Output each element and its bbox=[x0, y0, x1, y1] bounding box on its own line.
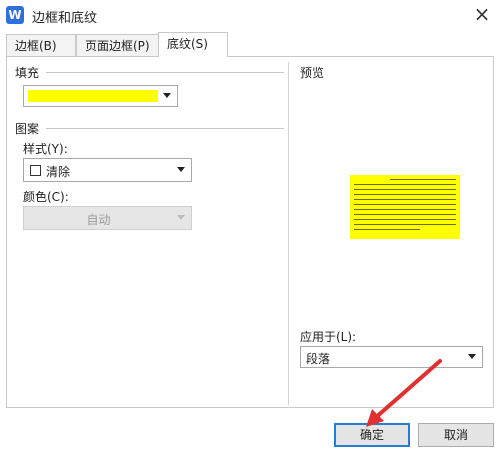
clear-swatch-icon bbox=[30, 165, 41, 176]
pattern-section-label: 图案 bbox=[15, 120, 40, 137]
title-bar: W 边框和底纹 × bbox=[0, 0, 500, 30]
pattern-color-dropdown[interactable]: 自动 bbox=[23, 206, 192, 230]
pattern-color-value: 自动 bbox=[86, 213, 111, 227]
fill-section-label: 填充 bbox=[15, 64, 40, 81]
color-label: 颜色(C): bbox=[23, 190, 69, 204]
fill-color-swatch bbox=[28, 90, 158, 102]
tab-borders[interactable]: 边框(B) bbox=[6, 34, 76, 57]
preview-shading-box bbox=[350, 175, 460, 239]
apply-to-label: 应用于(L): bbox=[300, 330, 357, 344]
close-icon[interactable]: × bbox=[470, 3, 494, 27]
style-dropdown[interactable]: 清除 bbox=[23, 158, 192, 182]
wps-writer-icon: W bbox=[6, 6, 24, 24]
tab-page-borders[interactable]: 页面边框(P) bbox=[76, 34, 166, 57]
apply-to-value: 段落 bbox=[306, 352, 331, 366]
vertical-separator bbox=[288, 62, 289, 405]
fill-color-dropdown[interactable] bbox=[23, 85, 178, 107]
chevron-down-icon bbox=[163, 93, 171, 98]
style-label: 样式(Y): bbox=[23, 142, 68, 156]
tab-shading[interactable]: 底纹(S) bbox=[158, 32, 228, 57]
annotation-arrow bbox=[366, 359, 442, 427]
chevron-down-icon bbox=[177, 167, 185, 172]
chevron-down-icon bbox=[468, 354, 476, 359]
fill-divider bbox=[46, 72, 284, 73]
chevron-down-icon bbox=[177, 215, 185, 220]
preview-label: 预览 bbox=[300, 66, 325, 80]
style-value: 清除 bbox=[46, 165, 71, 179]
window-title: 边框和底纹 bbox=[32, 11, 98, 26]
pattern-divider bbox=[46, 128, 284, 129]
